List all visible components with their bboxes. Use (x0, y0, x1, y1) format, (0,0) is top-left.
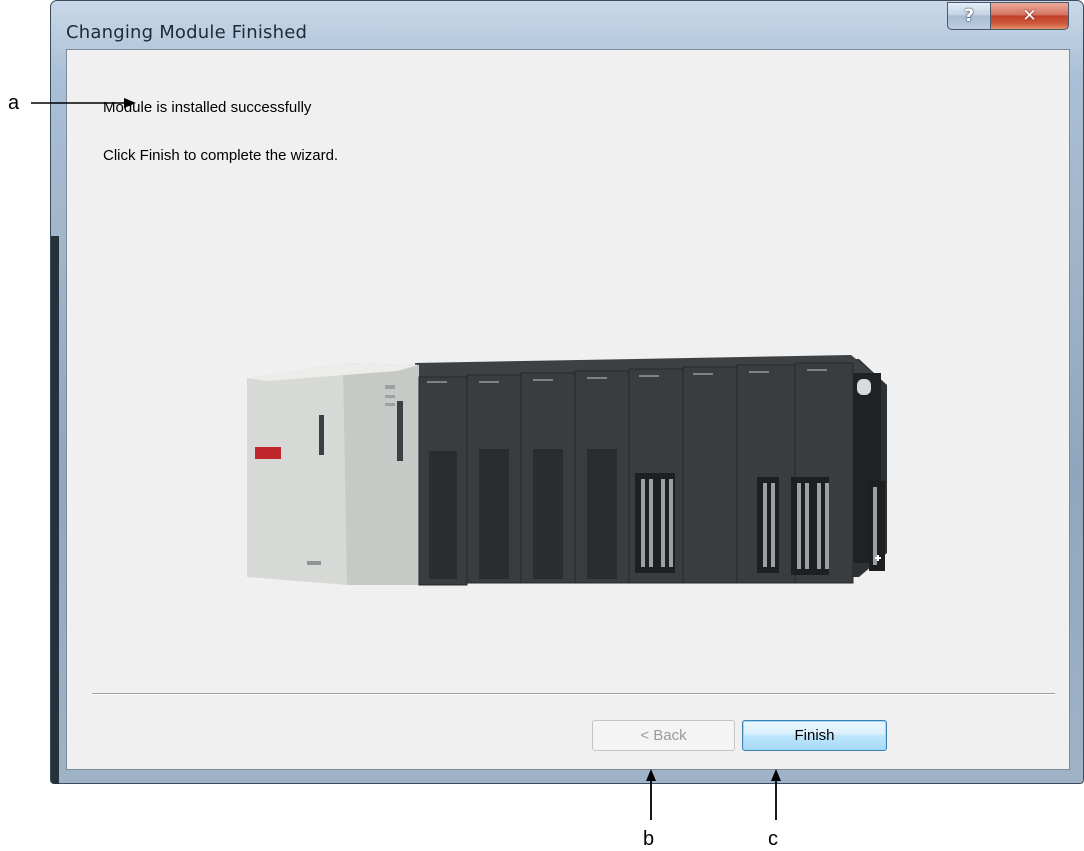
annotation-arrows (31, 98, 781, 820)
annotation-arrow-a (31, 98, 136, 108)
annotation-arrow-c (771, 769, 781, 820)
annotation-arrow-b (646, 769, 656, 820)
